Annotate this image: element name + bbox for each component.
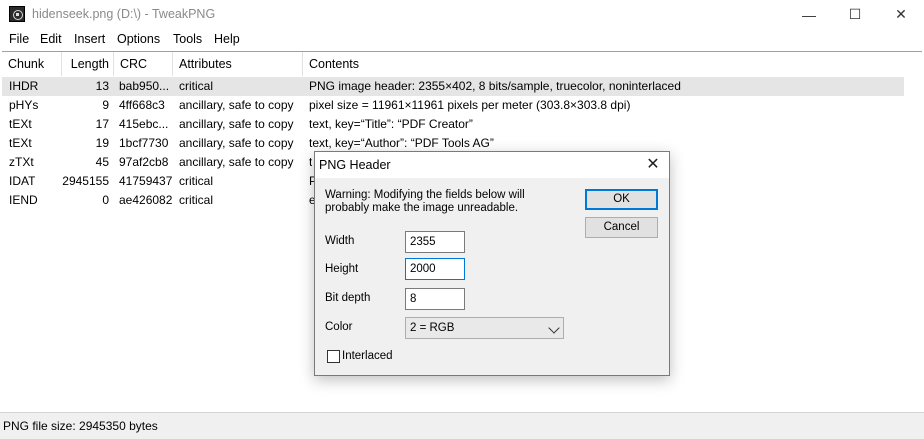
cell-chunk: IHDR <box>9 79 39 93</box>
menu-bar: File Edit Insert Options Tools Help <box>0 29 924 50</box>
cancel-button[interactable]: Cancel <box>585 217 658 238</box>
cell-attributes: critical <box>179 193 214 207</box>
cell-length: 13 <box>95 79 109 93</box>
color-select[interactable]: 2 = RGB <box>405 317 564 339</box>
cell-crc: ae426082 <box>119 193 173 207</box>
cell-crc: 415ebc... <box>119 117 169 131</box>
dialog-close-button[interactable]: ✕ <box>643 155 663 175</box>
column-header-attributes[interactable]: Attributes <box>173 52 303 76</box>
cell-length: 17 <box>95 117 109 131</box>
cell-attributes: ancillary, safe to copy <box>179 98 294 112</box>
cell-chunk: pHYs <box>9 98 39 112</box>
ok-button[interactable]: OK <box>585 189 658 210</box>
cell-chunk: tEXt <box>9 136 32 150</box>
menu-insert[interactable]: Insert <box>74 32 105 46</box>
status-bar: PNG file size: 2945350 bytes <box>0 412 924 439</box>
cell-crc: 97af2cb8 <box>119 155 169 169</box>
menu-help[interactable]: Help <box>214 32 240 46</box>
height-field[interactable]: 2000 <box>405 258 465 280</box>
window-title: hidenseek.png (D:\) - TweakPNG <box>32 7 216 21</box>
cell-attributes: ancillary, safe to copy <box>179 117 294 131</box>
interlaced-label[interactable]: Interlaced <box>342 350 393 362</box>
cell-length: 19 <box>95 136 109 150</box>
minimize-button[interactable]: — <box>786 0 832 29</box>
cell-chunk: IEND <box>9 193 38 207</box>
bit-depth-field[interactable]: 8 <box>405 288 465 310</box>
status-text: PNG file size: 2945350 bytes <box>3 419 158 433</box>
close-icon: ✕ <box>895 6 907 22</box>
bit-depth-label: Bit depth <box>325 292 371 304</box>
cell-attributes: ancillary, safe to copy <box>179 136 294 150</box>
menu-edit[interactable]: Edit <box>40 32 62 46</box>
cell-length: 0 <box>102 193 109 207</box>
cell-length: 9 <box>102 98 109 112</box>
app-icon[interactable] <box>9 6 25 22</box>
minimize-icon: — <box>802 6 816 23</box>
cell-contents: t <box>309 155 313 169</box>
cell-chunk: IDAT <box>9 174 36 188</box>
interlaced-checkbox[interactable] <box>327 350 340 363</box>
warning-text: Warning: Modifying the fields below will… <box>325 189 525 214</box>
title-bar: hidenseek.png (D:\) - TweakPNG — ☐ ✕ <box>0 0 924 29</box>
cell-attributes: ancillary, safe to copy <box>179 155 294 169</box>
width-label: Width <box>325 235 355 247</box>
menu-tools[interactable]: Tools <box>173 32 202 46</box>
cell-attributes: critical <box>179 79 214 93</box>
maximize-icon: ☐ <box>848 6 862 22</box>
width-field[interactable]: 2355 <box>405 231 465 253</box>
menu-options[interactable]: Options <box>117 32 160 46</box>
cell-contents: PNG image header: 2355×402, 8 bits/sampl… <box>309 79 681 93</box>
column-header-length[interactable]: Length <box>62 52 114 76</box>
cell-crc: 41759437 <box>119 174 173 188</box>
maximize-button[interactable]: ☐ <box>832 0 878 29</box>
cell-crc: bab950... <box>119 79 170 93</box>
dialog-title: PNG Header <box>319 158 391 172</box>
column-header-crc[interactable]: CRC <box>114 52 173 76</box>
cell-length: 45 <box>95 155 109 169</box>
column-header-contents[interactable]: Contents <box>303 52 904 76</box>
cell-contents: text, key=“Title”: “PDF Creator” <box>309 117 473 131</box>
cell-crc: 4ff668c3 <box>119 98 165 112</box>
table-row[interactable]: IHDR 13 bab950... critical PNG image hea… <box>2 77 904 96</box>
cell-chunk: tEXt <box>9 117 32 131</box>
color-select-value: 2 = RGB <box>410 322 455 334</box>
table-row[interactable]: tEXt 17 415ebc... ancillary, safe to cop… <box>2 115 904 134</box>
table-row[interactable]: pHYs 9 4ff668c3 ancillary, safe to copy … <box>2 96 904 115</box>
menu-file[interactable]: File <box>9 32 29 46</box>
column-header-chunk[interactable]: Chunk <box>2 52 62 76</box>
cell-crc: 1bcf7730 <box>119 136 169 150</box>
close-window-button[interactable]: ✕ <box>878 0 924 29</box>
cell-length: 2945155 <box>62 174 109 188</box>
chevron-down-icon <box>548 322 560 334</box>
color-label: Color <box>325 321 353 333</box>
close-icon: ✕ <box>646 156 660 173</box>
cell-attributes: critical <box>179 174 214 188</box>
cell-chunk: zTXt <box>9 155 34 169</box>
png-header-dialog: PNG Header ✕ Warning: Modifying the fiel… <box>314 151 670 376</box>
height-label: Height <box>325 263 359 275</box>
dialog-title-bar[interactable]: PNG Header ✕ <box>315 152 669 178</box>
cell-contents: pixel size = 11961×11961 pixels per mete… <box>309 98 631 112</box>
